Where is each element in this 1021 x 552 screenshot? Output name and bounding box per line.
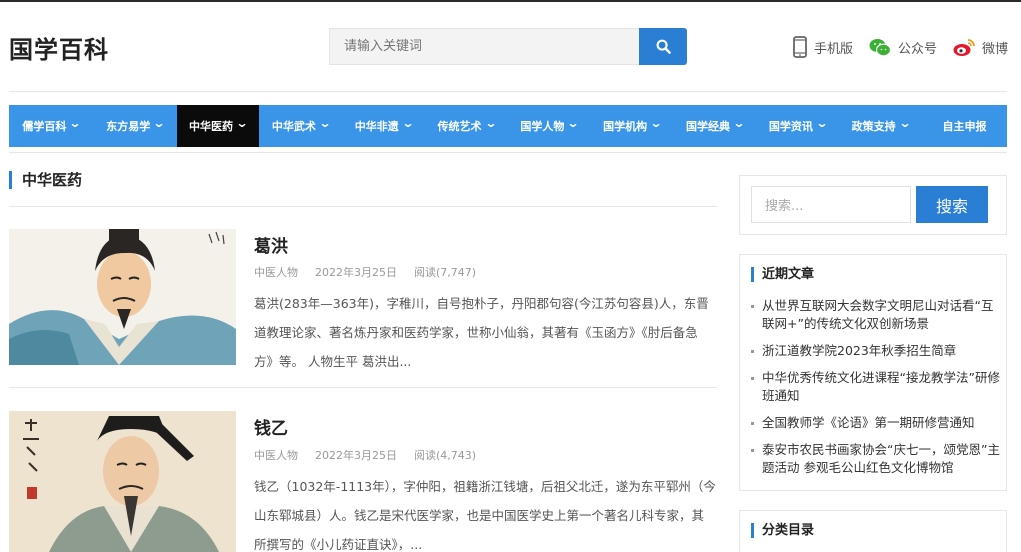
nav-item-label: 国学人物 — [520, 120, 565, 133]
top-border — [0, 0, 1021, 2]
wechat-icon — [869, 38, 891, 56]
recent-post-link[interactable]: 泰安市农民书画家协会“庆七一，颂党恩”主题活动 参观毛公山红色文化博物馆 — [751, 441, 1001, 477]
nav-item-label: 儒学百科 — [22, 120, 67, 133]
post-item: 钱乙 中医人物 2022年3月25日 阅读(4,743) 钱乙（1032年-11… — [9, 411, 717, 552]
site-logo[interactable]: 国学百科 — [9, 30, 109, 65]
chevron-down-icon: ⌄ — [152, 116, 166, 130]
search-input[interactable] — [330, 29, 639, 64]
post-date: 2022年3月25日 — [315, 266, 397, 279]
nav-item-label: 中华非遗 — [354, 120, 399, 133]
sidebar-search-input[interactable]: 搜索... — [751, 186, 911, 223]
chevron-down-icon: ⌄ — [68, 116, 82, 130]
nav-item-5[interactable]: 传统艺术 ⌄ — [425, 105, 508, 147]
search-icon — [656, 39, 671, 54]
weibo-label: 微博 — [981, 41, 1008, 57]
nav-item-6[interactable]: 国学人物 ⌄ — [508, 105, 591, 147]
search-button[interactable] — [639, 28, 687, 65]
nav-item-3[interactable]: 中华武术 ⌄ — [259, 105, 342, 147]
recent-post-link[interactable]: 从世界互联网大会数字文明尼山对话看“互联网+”的传统文化双创新场景 — [751, 297, 1001, 333]
nav-item-10[interactable]: 政策支持 ⌄ — [839, 105, 922, 147]
mobile-label: 手机版 — [813, 41, 853, 57]
post-item: 葛洪 中医人物 2022年3月25日 阅读(7,747) 葛洪(283年—363… — [9, 229, 717, 369]
post-meta: 中医人物 2022年3月25日 阅读(7,747) — [254, 264, 476, 280]
post-divider — [9, 387, 717, 388]
wechat-link[interactable]: 公众号 — [869, 38, 937, 57]
post-title[interactable]: 葛洪 — [254, 232, 288, 257]
nav-item-0[interactable]: 儒学百科 ⌄ — [9, 105, 94, 147]
nav-item-label: 国学资讯 — [768, 120, 813, 133]
main-nav: 儒学百科 ⌄ 东方易学 ⌄ 中华医药 ⌄ 中华武术 ⌄ 中华非遗 ⌄ 传统艺术 ⌄ 国学人物 ⌄ 国学机构 ⌄… — [9, 105, 1007, 147]
post-excerpt: 葛洪(283年—363年)，字稚川，自号抱朴子，丹阳郡句容(今江苏句容县)人，东… — [254, 296, 709, 369]
recent-posts-widget: 近期文章 从世界互联网大会数字文明尼山对话看“互联网+”的传统文化双创新场景浙江… — [739, 254, 1007, 491]
nav-item-label: 自主申报 — [942, 120, 987, 133]
portrait-image — [9, 229, 236, 365]
nav-item-label: 国学经典 — [686, 120, 730, 133]
chevron-down-icon: ⌄ — [318, 116, 332, 130]
nav-item-label: 国学机构 — [603, 120, 648, 133]
nav-item-2[interactable]: 中华医药 ⌄ — [176, 105, 260, 147]
wechat-label: 公众号 — [897, 41, 937, 57]
nav-item-9[interactable]: 国学资讯 ⌄ — [756, 105, 839, 147]
weibo-link[interactable]: 微博 — [953, 38, 1008, 57]
post-meta: 中医人物 2022年3月25日 阅读(4,743) — [254, 447, 476, 463]
sidebar-search-button[interactable]: 搜索 — [916, 186, 988, 223]
post-title[interactable]: 钱乙 — [254, 414, 288, 439]
sidebar-search-widget: 搜索... 搜索 — [739, 175, 1007, 235]
recent-post-link[interactable]: 中华优秀传统文化进课程“接龙教学法”研修班通知 — [751, 369, 1001, 405]
nav-item-8[interactable]: 国学经典 ⌄ — [674, 105, 757, 147]
recent-post-link[interactable]: 浙江道教学院2023年秋季招生简章 — [751, 342, 1001, 360]
chevron-down-icon: ⌄ — [898, 116, 912, 130]
chevron-down-icon: ⌄ — [484, 116, 498, 130]
category-title: 分类目录 — [751, 523, 814, 538]
mobile-link[interactable]: 手机版 — [793, 36, 853, 58]
nav-item-label: 中华医药 — [189, 120, 234, 133]
section-divider — [9, 206, 717, 207]
post-category[interactable]: 中医人物 — [254, 264, 298, 280]
nav-item-label: 传统艺术 — [437, 120, 482, 133]
nav-item-label: 东方易学 — [106, 120, 151, 133]
post-date: 2022年3月25日 — [315, 449, 397, 462]
post-views: 阅读(7,747) — [414, 266, 477, 279]
chevron-down-icon: ⌄ — [815, 116, 829, 130]
nav-item-1[interactable]: 东方易学 ⌄ — [94, 105, 177, 147]
post-excerpt: 钱乙（1032年-1113年），字仲阳，祖籍浙江钱塘，后祖父北迁，遂为东平郓州（… — [254, 479, 716, 552]
chevron-down-icon: ⌄ — [235, 116, 249, 130]
section-title: 中华医药 — [9, 171, 82, 189]
nav-item-4[interactable]: 中华非遗 ⌄ — [342, 105, 425, 147]
mobile-icon — [793, 36, 807, 58]
chevron-down-icon: ⌄ — [649, 116, 663, 130]
post-category[interactable]: 中医人物 — [254, 447, 298, 463]
category-widget: 分类目录 — [739, 510, 1007, 552]
header-divider — [9, 91, 1007, 92]
nav-divider — [9, 152, 1007, 153]
chevron-down-icon: ⌄ — [566, 116, 580, 130]
chevron-down-icon: ⌄ — [732, 116, 746, 130]
header-links: 手机版 公众号 微博 — [793, 36, 1008, 58]
nav-item-label: 政策支持 — [851, 120, 896, 133]
recent-posts-list: 从世界互联网大会数字文明尼山对话看“互联网+”的传统文化双创新场景浙江道教学院2… — [751, 297, 1001, 486]
post-views: 阅读(4,743) — [414, 449, 477, 462]
nav-item-7[interactable]: 国学机构 ⌄ — [591, 105, 674, 147]
chevron-down-icon: ⌄ — [401, 116, 415, 130]
portrait-image — [9, 411, 236, 552]
recent-posts-title: 近期文章 — [751, 267, 814, 282]
post-thumbnail-qianyi[interactable] — [9, 411, 236, 552]
recent-post-link[interactable]: 全国教师学《论语》第一期研修营通知 — [751, 414, 1001, 432]
post-thumbnail-gehong[interactable] — [9, 229, 236, 365]
weibo-icon — [953, 38, 975, 56]
nav-item-label: 中华武术 — [271, 120, 316, 133]
nav-item-11[interactable]: 自主申报 — [922, 105, 1007, 147]
header-search[interactable] — [329, 28, 639, 65]
